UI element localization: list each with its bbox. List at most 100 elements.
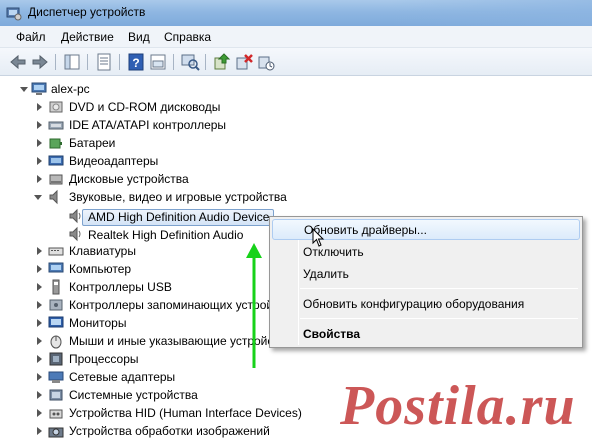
toolbar-separator	[119, 54, 120, 70]
video-adapter-icon	[48, 155, 64, 166]
category-label: Сетевые адаптеры	[69, 370, 176, 384]
expand-arrow-icon[interactable]	[37, 139, 42, 147]
expand-arrow-icon[interactable]	[37, 355, 42, 363]
device-label: AMD High Definition Audio Device	[88, 210, 270, 224]
uninstall-icon[interactable]	[234, 52, 254, 72]
back-arrow-icon[interactable]	[8, 52, 28, 72]
tree-category[interactable]: Устройства обработки изображений	[0, 422, 300, 440]
expand-arrow-icon[interactable]	[37, 373, 42, 381]
help-icon[interactable]: ?	[126, 52, 146, 72]
category-label: Мониторы	[69, 316, 127, 330]
network-adapter-icon	[48, 371, 64, 383]
collapse-arrow-icon[interactable]	[34, 195, 42, 200]
speaker-icon	[69, 208, 81, 224]
tree-category[interactable]: Видеоадаптеры	[0, 152, 300, 170]
tree-category[interactable]: Батареи	[0, 134, 300, 152]
toolbar: ?	[0, 48, 592, 76]
expand-arrow-icon[interactable]	[37, 427, 42, 435]
menu-item-uninstall[interactable]: Удалить	[272, 264, 580, 285]
category-label: Компьютер	[69, 262, 132, 276]
expand-arrow-icon[interactable]	[37, 283, 42, 291]
toolbar-separator	[173, 54, 174, 70]
device-label: Realtek High Definition Audio	[88, 228, 244, 242]
menu-item-scan-hardware[interactable]: Обновить конфигурацию оборудования	[272, 294, 580, 315]
tree-category[interactable]: IDE ATA/ATAPI контроллеры	[0, 116, 300, 134]
category-label: IDE ATA/ATAPI контроллеры	[69, 118, 227, 132]
mouse-icon	[50, 335, 62, 349]
category-label: Видеоадаптеры	[69, 154, 159, 168]
device-manager-icon	[6, 7, 22, 21]
expand-arrow-icon[interactable]	[37, 337, 42, 345]
expand-arrow-icon[interactable]	[37, 265, 42, 273]
tree-category[interactable]: Сетевые адаптеры	[0, 368, 300, 386]
menu-bar: Файл Действие Вид Справка	[0, 26, 592, 48]
title-bar[interactable]: Диспетчер устройств	[0, 0, 592, 26]
tree-category[interactable]: Устройства HID (Human Interface Devices)	[0, 404, 302, 422]
action-pane-icon[interactable]	[148, 52, 168, 72]
menu-file[interactable]: Файл	[16, 30, 46, 44]
dvd-drive-icon	[49, 101, 63, 113]
category-label: Дисковые устройства	[69, 172, 189, 186]
update-driver-icon[interactable]	[212, 52, 232, 72]
collapse-arrow-icon[interactable]	[20, 87, 28, 92]
hid-device-icon	[49, 409, 63, 419]
device-amd-audio[interactable]: AMD High Definition Audio Device	[68, 207, 288, 225]
svg-text:?: ?	[132, 56, 139, 70]
battery-icon	[49, 138, 62, 149]
menu-separator	[300, 318, 578, 319]
device-realtek-audio[interactable]: Realtek High Definition Audio	[68, 225, 288, 243]
menu-view[interactable]: Вид	[128, 30, 150, 44]
monitor-icon	[48, 316, 64, 328]
category-label: Контроллеры USB	[69, 280, 172, 294]
show-hide-tree-icon[interactable]	[62, 52, 82, 72]
green-arrow-annotation	[246, 243, 262, 368]
window-title: Диспетчер устройств	[28, 5, 146, 19]
menu-item-label: Обновить конфигурацию оборудования	[303, 297, 525, 311]
expand-arrow-icon[interactable]	[37, 391, 42, 399]
expand-arrow-icon[interactable]	[37, 409, 42, 417]
menu-help[interactable]: Справка	[164, 30, 211, 44]
storage-controller-icon	[49, 299, 63, 311]
menu-item-properties[interactable]: Свойства	[272, 324, 580, 345]
forward-arrow-icon[interactable]	[30, 52, 50, 72]
keyboard-icon	[48, 247, 64, 256]
toolbar-separator	[55, 54, 56, 70]
computer-icon	[31, 82, 47, 95]
watermark-text: Postila.ru	[340, 375, 576, 437]
sound-device-icon	[49, 189, 58, 205]
system-device-icon	[49, 389, 63, 401]
tree-category[interactable]: Дисковые устройства	[0, 170, 300, 188]
menu-item-label: Свойства	[303, 327, 361, 341]
menu-separator	[300, 288, 578, 289]
ide-controller-icon	[48, 121, 64, 130]
category-label: Устройства обработки изображений	[69, 424, 270, 438]
expand-arrow-icon[interactable]	[37, 103, 42, 111]
tree-category[interactable]: DVD и CD-ROM дисководы	[0, 98, 300, 116]
category-label: Процессоры	[69, 352, 139, 366]
title-bar-gloss	[392, 0, 592, 26]
menu-item-label: Удалить	[303, 267, 349, 281]
usb-icon	[52, 279, 60, 295]
properties-icon[interactable]	[94, 52, 114, 72]
speaker-icon	[69, 226, 81, 242]
disable-icon[interactable]	[256, 52, 276, 72]
expand-arrow-icon[interactable]	[37, 301, 42, 309]
expand-arrow-icon[interactable]	[37, 319, 42, 327]
imaging-device-icon	[48, 427, 64, 438]
expand-arrow-icon[interactable]	[37, 247, 42, 255]
category-label: Системные устройства	[69, 388, 198, 402]
expand-arrow-icon[interactable]	[37, 157, 42, 165]
expand-arrow-icon[interactable]	[37, 121, 42, 129]
category-label: Устройства HID (Human Interface Devices)	[69, 406, 302, 420]
category-label: Батареи	[69, 136, 116, 150]
scan-hardware-icon[interactable]	[180, 52, 200, 72]
category-label: DVD и CD-ROM дисководы	[69, 100, 221, 114]
tree-category[interactable]: Звуковые, видео и игровые устройства	[0, 188, 320, 206]
toolbar-separator	[87, 54, 88, 70]
expand-arrow-icon[interactable]	[37, 175, 42, 183]
disk-drive-icon	[49, 174, 63, 185]
mouse-cursor-icon	[312, 228, 325, 247]
tree-root[interactable]: alex-pc	[0, 80, 300, 98]
menu-action[interactable]: Действие	[61, 30, 114, 44]
tree-category[interactable]: Системные устройства	[0, 386, 300, 404]
